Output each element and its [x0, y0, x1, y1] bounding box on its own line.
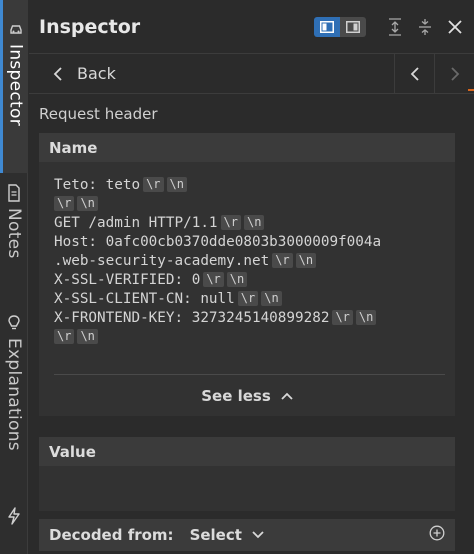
tab-explanations[interactable]: Explanations	[0, 314, 28, 474]
tab-notes[interactable]: Notes	[0, 184, 28, 284]
decoded-from-bar: Decoded from: Select	[39, 519, 455, 551]
chevron-left-icon	[410, 66, 419, 81]
escape-badge: \r	[220, 215, 241, 230]
inspector-panel: Inspector Back Request header Name Teto:…	[29, 0, 474, 554]
layout-right-panel-button[interactable]	[340, 16, 366, 37]
value-content[interactable]	[39, 466, 455, 511]
tab-inspector-label: Inspector	[5, 44, 26, 126]
escape-badge: \r	[203, 272, 224, 287]
code-line: GET /admin HTTP/1.1 \r \n	[54, 214, 455, 233]
tab-notes-label: Notes	[4, 208, 24, 259]
code-line: X-FRONTEND-KEY: 3273245140899282 \r \n	[54, 309, 455, 328]
value-card: Value	[39, 437, 455, 511]
code-line: X-SSL-VERIFIED: 0 \r \n	[54, 271, 455, 290]
escape-badge: \r	[143, 177, 164, 192]
value-heading: Value	[39, 437, 455, 466]
escape-badge: \n	[244, 215, 265, 230]
escape-badge: \n	[77, 329, 98, 344]
inspector-titlebar: Inspector	[29, 0, 474, 54]
escape-badge: \r	[332, 310, 353, 325]
previous-button[interactable]	[394, 53, 434, 94]
name-card: Name Teto: teto \r \n \r \n GET /admin HTTP/1…	[39, 133, 455, 416]
layout-toggle	[314, 16, 366, 37]
code-line: .web-security-academy.net \r \n	[54, 252, 455, 271]
code-line: Host: 0afc00cb0370dde0803b3000009f004a	[54, 233, 455, 252]
escape-badge: \n	[295, 253, 317, 268]
see-less-label: See less	[201, 387, 271, 405]
decoded-select-value: Select	[189, 526, 242, 544]
chevron-right-icon	[450, 66, 459, 81]
escape-badge: \n	[77, 196, 98, 211]
tab-explanations-label: Explanations	[4, 338, 24, 451]
document-icon	[5, 184, 23, 202]
collapse-icon[interactable]	[410, 12, 440, 42]
escape-badge: \r	[54, 329, 75, 344]
add-icon[interactable]	[429, 525, 445, 545]
decoded-from-label: Decoded from:	[49, 526, 174, 544]
header-code-block[interactable]: Teto: teto \r \n \r \n GET /admin HTTP/1.1 \r \…	[39, 162, 455, 347]
panel-left-icon	[320, 20, 334, 33]
expand-icon[interactable]	[380, 12, 410, 42]
panel-right-icon	[346, 20, 360, 33]
code-line: X-SSL-CLIENT-CN: null \r \n	[54, 290, 455, 309]
chevron-left-icon	[53, 66, 62, 81]
escape-badge: \n	[226, 272, 248, 287]
escape-badge: \n	[355, 310, 377, 325]
car-icon	[7, 20, 25, 38]
code-line-text: X-SSL-CLIENT-CN: null	[54, 291, 235, 307]
back-button[interactable]: Back	[29, 54, 394, 93]
escape-badge: \n	[166, 177, 187, 192]
lightning-icon	[5, 507, 23, 525]
next-button[interactable]	[434, 53, 474, 94]
panel-title: Inspector	[39, 15, 141, 38]
escape-badge: \r	[54, 196, 75, 211]
chevron-down-icon	[252, 531, 264, 539]
decoded-from-select[interactable]: Select	[190, 526, 264, 544]
orange-edge-marker	[468, 89, 474, 91]
code-line-text: Teto: teto	[54, 177, 141, 193]
code-line-text: X-FRONTEND-KEY: 3273245140899282	[54, 310, 330, 326]
back-label: Back	[77, 64, 116, 83]
see-less-button[interactable]: See less	[39, 375, 455, 417]
code-line: \r \n	[54, 195, 455, 214]
inspector-navbar: Back	[29, 53, 474, 94]
tab-fourth[interactable]	[0, 507, 28, 547]
section-label: Request header	[39, 105, 158, 123]
chevron-up-icon	[281, 392, 293, 400]
escape-badge: \r	[272, 253, 293, 268]
code-line-text: Host: 0afc00cb0370dde0803b3000009f004a	[54, 234, 382, 250]
close-icon[interactable]	[440, 12, 470, 42]
escape-badge: \r	[237, 291, 259, 306]
code-line-text: X-SSL-VERIFIED: 0	[54, 272, 201, 288]
code-line: Teto: teto \r \n	[54, 176, 455, 195]
code-line-text: GET /admin HTTP/1.1	[54, 215, 218, 231]
lightbulb-icon	[5, 314, 23, 332]
name-heading: Name	[39, 133, 455, 162]
tab-inspector[interactable]: Inspector	[0, 0, 28, 173]
escape-badge: \n	[261, 291, 282, 306]
side-tab-rail: Inspector Notes Explanations	[0, 0, 28, 554]
layout-left-panel-button[interactable]	[314, 16, 340, 37]
code-line-text: .web-security-academy.net	[54, 253, 270, 269]
code-line: \r \n	[54, 328, 455, 347]
